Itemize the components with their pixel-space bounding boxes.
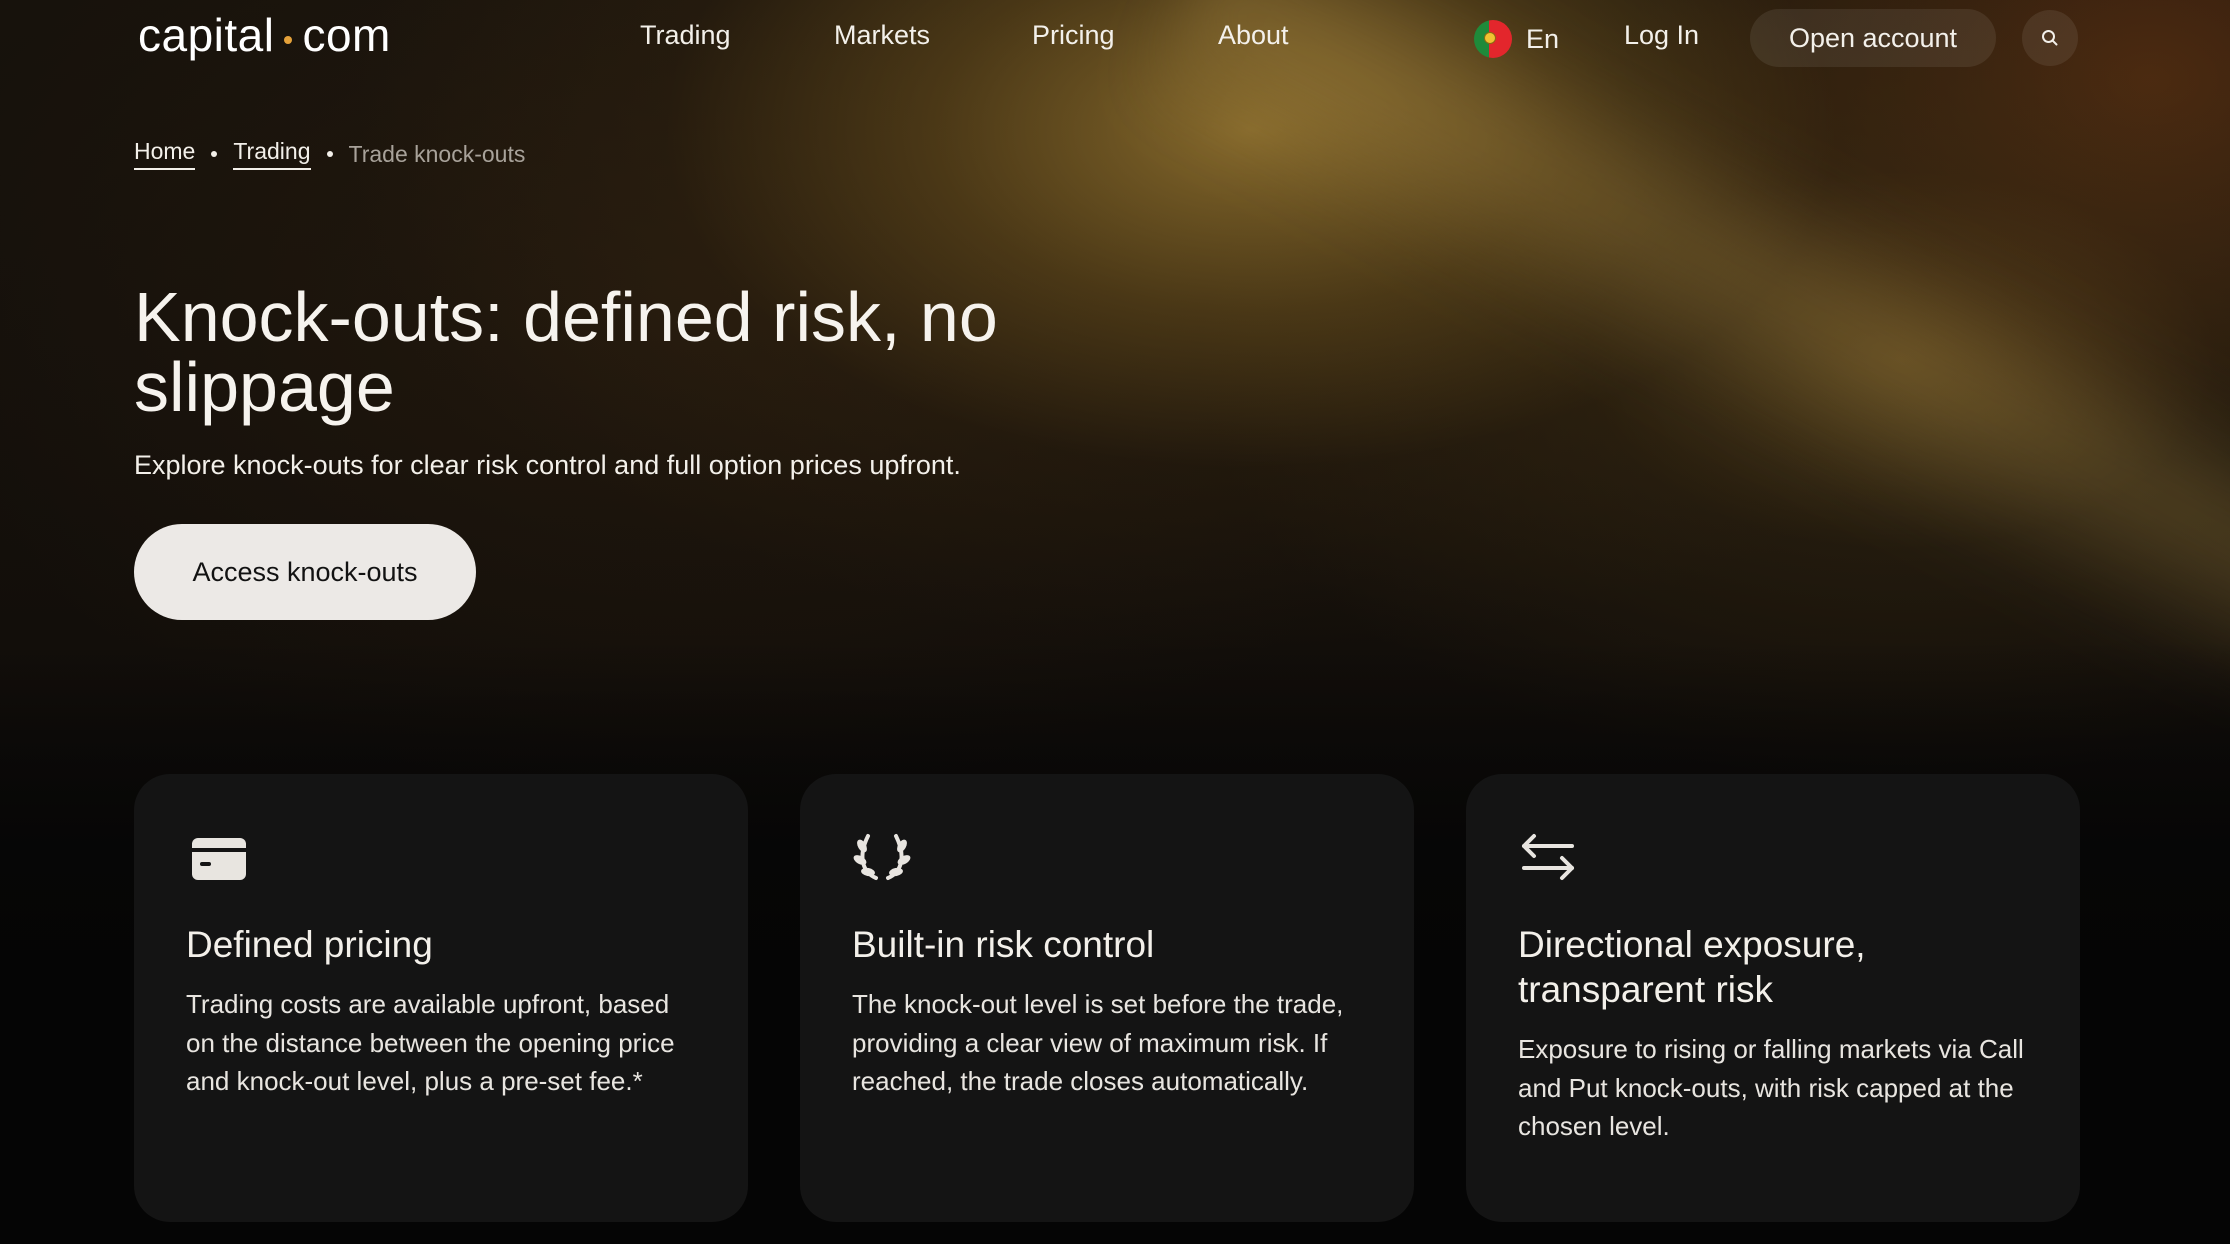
card-title: Built-in risk control [852,924,1155,965]
card-text: The knock-out level is set before the tr… [852,989,1344,1096]
feature-card-defined-pricing: Defined pricing Trading costs are availa… [134,774,748,1222]
open-account-button[interactable]: Open account [1750,9,1996,67]
card-title: Defined pricing [186,924,433,965]
feature-card-directional-exposure: Directional exposure, transparent risk E… [1466,774,2080,1222]
card-title: Directional exposure, transparent risk [1518,924,1866,1010]
nav-item-pricing[interactable]: Pricing [1032,20,1115,51]
portugal-flag-icon [1474,20,1512,58]
background-light-streak [1127,0,2230,720]
breadcrumb: Home Trading Trade knock-outs [134,138,525,170]
access-knock-outs-button[interactable]: Access knock-outs [134,524,476,620]
hero-subtitle: Explore knock-outs for clear risk contro… [134,450,961,480]
language-selector[interactable]: En [1474,20,1559,58]
page-title: Knock-outs: defined risk, no slippage [134,278,998,426]
breadcrumb-separator [326,151,333,157]
card-icon [192,838,246,880]
logo-text-right: com [302,9,391,61]
site-header: capital com Trading Markets Pricing About… [0,0,2230,76]
feature-card-risk-control: Built-in risk control The knock-out leve… [800,774,1414,1222]
logo-dot [284,36,293,44]
card-text: Exposure to rising or falling markets vi… [1518,1034,2024,1141]
page: capital com Trading Markets Pricing About… [0,0,2230,1244]
language-label: En [1526,23,1560,54]
search-icon [2042,30,2058,46]
breadcrumb-home[interactable]: Home [134,138,196,170]
capital-com-logo[interactable]: capital com [138,4,391,66]
card-text: Trading costs are available upfront, bas… [186,989,675,1096]
breadcrumb-trading[interactable]: Trading [233,138,311,170]
login-link[interactable]: Log In [1624,20,1699,51]
search-button[interactable] [2022,10,2078,66]
nav-item-markets[interactable]: Markets [834,20,930,51]
breadcrumb-current: Trade knock-outs [348,140,526,167]
breadcrumb-separator [211,151,218,157]
laurel-icon [853,834,911,880]
nav-item-about[interactable]: About [1218,20,1289,51]
nav-item-trading[interactable]: Trading [640,20,731,51]
logo-text-left: capital [138,9,275,61]
swap-arrows-icon [1522,834,1574,880]
